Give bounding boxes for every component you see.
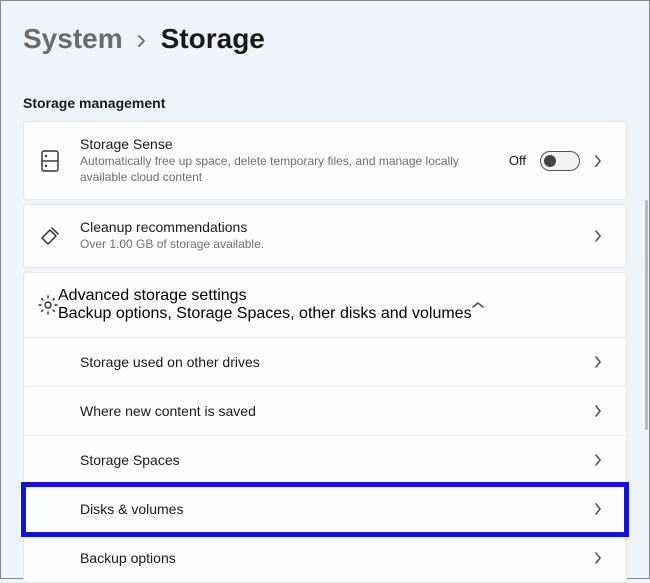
chevron-right-icon	[137, 35, 147, 47]
sub-item-disks-volumes[interactable]: Disks & volumes	[24, 485, 626, 534]
storage-sense-title: Storage Sense	[80, 136, 509, 152]
section-header-storage-management: Storage management	[23, 95, 627, 111]
sub-item-where-new-content[interactable]: Where new content is saved	[24, 387, 626, 436]
chevron-right-icon	[594, 503, 610, 515]
storage-sense-toggle-label: Off	[509, 153, 526, 168]
chevron-right-icon	[594, 405, 610, 417]
chevron-right-icon	[594, 356, 610, 368]
chevron-right-icon[interactable]	[594, 155, 610, 167]
sub-item-label: Storage used on other drives	[80, 354, 260, 370]
storage-sense-toggle[interactable]	[540, 151, 580, 171]
chevron-up-icon[interactable]	[472, 301, 484, 309]
storage-icon	[38, 150, 62, 172]
gear-icon	[38, 295, 58, 315]
chevron-right-icon	[594, 552, 610, 564]
advanced-storage-group: Advanced storage settings Backup options…	[23, 272, 627, 583]
sub-item-label: Storage Spaces	[80, 452, 180, 468]
breadcrumb: System Storage	[23, 23, 627, 55]
sub-item-label: Where new content is saved	[80, 403, 256, 419]
sub-item-label: Backup options	[80, 550, 176, 566]
chevron-right-icon	[594, 454, 610, 466]
breadcrumb-current: Storage	[161, 23, 265, 55]
sub-item-label: Disks & volumes	[80, 501, 183, 517]
cleanup-desc: Over 1.00 GB of storage available.	[80, 237, 594, 253]
sub-item-storage-spaces[interactable]: Storage Spaces	[24, 436, 626, 485]
cleanup-title: Cleanup recommendations	[80, 219, 594, 235]
storage-sense-desc: Automatically free up space, delete temp…	[80, 154, 509, 185]
sub-item-backup-options[interactable]: Backup options	[24, 534, 626, 582]
advanced-title: Advanced storage settings	[58, 287, 472, 305]
breadcrumb-parent[interactable]: System	[23, 23, 123, 55]
scrollbar[interactable]	[645, 200, 648, 430]
advanced-storage-header[interactable]: Advanced storage settings Backup options…	[24, 273, 626, 337]
chevron-right-icon[interactable]	[594, 230, 610, 242]
advanced-desc: Backup options, Storage Spaces, other di…	[58, 305, 472, 323]
advanced-sub-list: Storage used on other drives Where new c…	[24, 337, 626, 582]
storage-sense-row[interactable]: Storage Sense Automatically free up spac…	[23, 121, 627, 200]
cleanup-recommendations-row[interactable]: Cleanup recommendations Over 1.00 GB of …	[23, 204, 627, 268]
broom-icon	[38, 225, 62, 247]
sub-item-storage-other-drives[interactable]: Storage used on other drives	[24, 338, 626, 387]
